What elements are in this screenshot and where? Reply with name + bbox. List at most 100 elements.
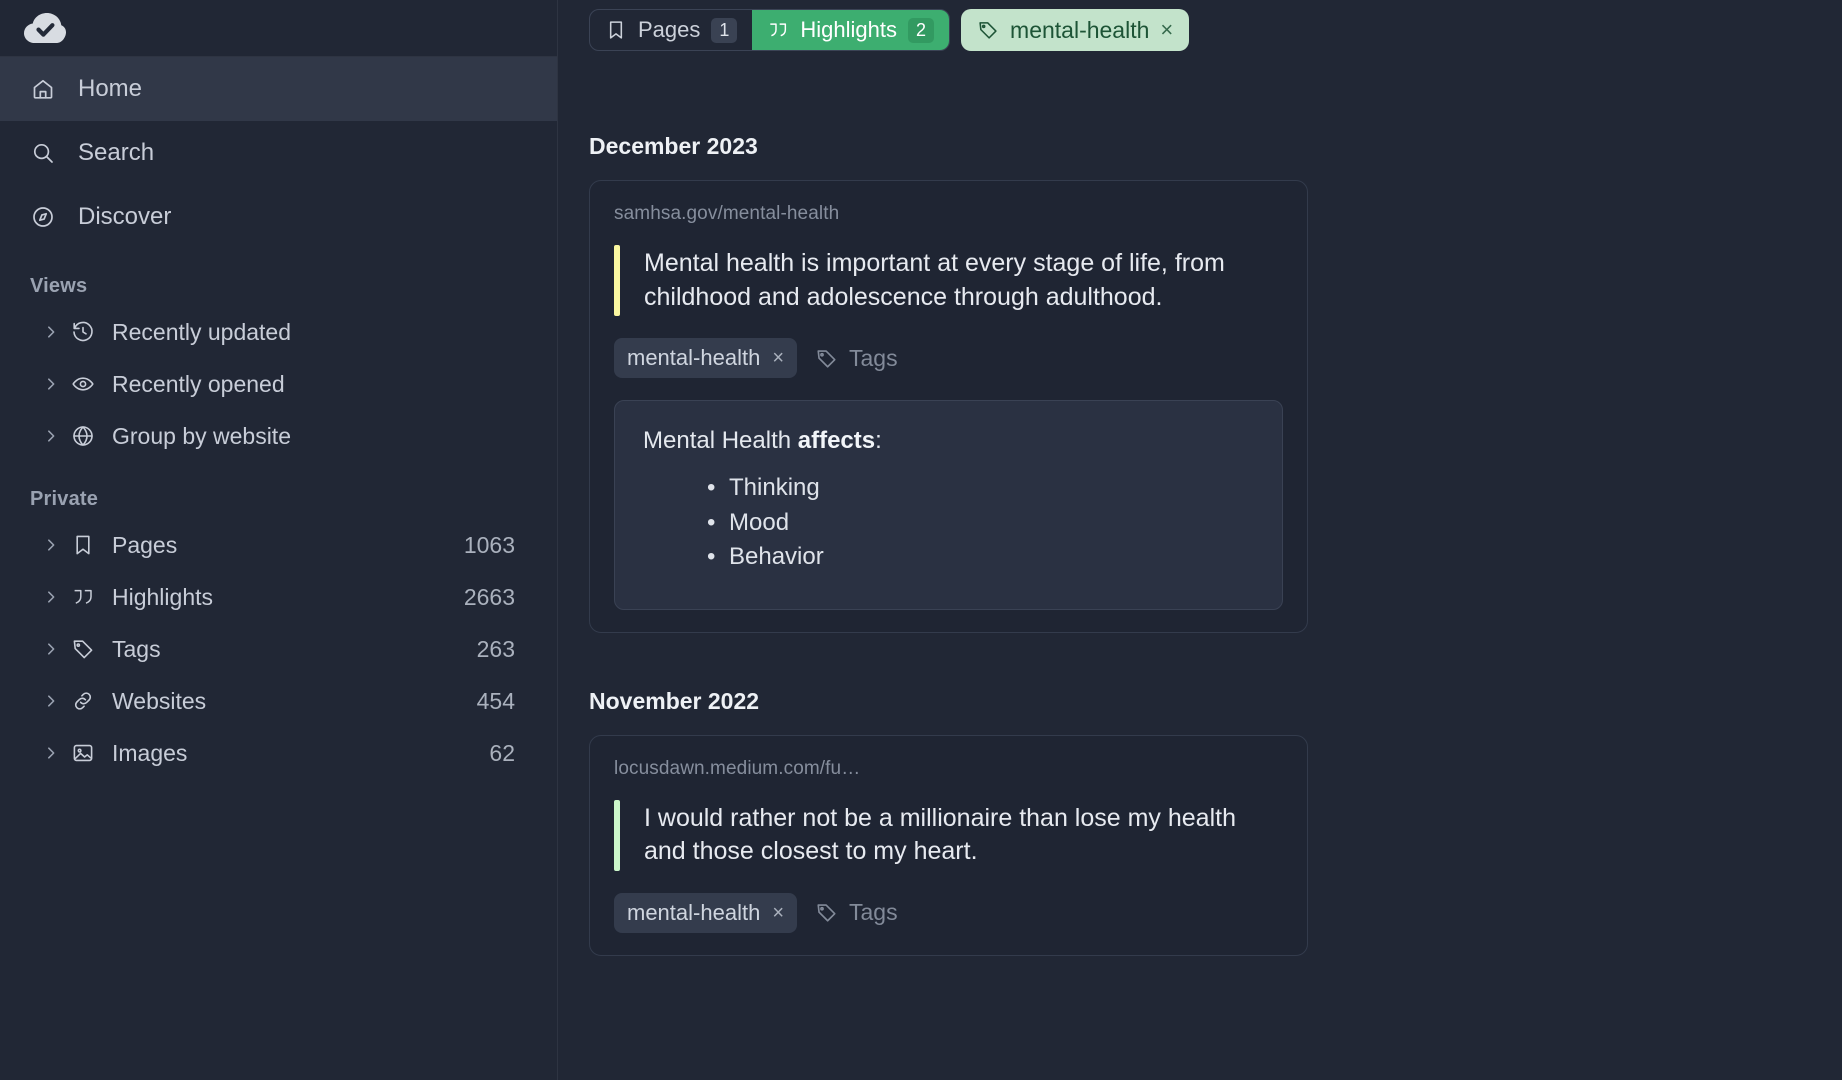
tag-icon	[815, 901, 838, 924]
tag-icon	[977, 19, 999, 41]
tab-label: Highlights	[800, 17, 898, 42]
sidebar-item-pages[interactable]: Pages 1063	[0, 519, 557, 571]
private-section-title: Private	[30, 488, 99, 510]
chevron-right-icon[interactable]	[42, 642, 60, 656]
note-list-item: Mood	[707, 506, 1254, 541]
sidebar-item-search[interactable]: Search	[0, 121, 557, 185]
image-icon	[70, 741, 96, 765]
primary-nav: Home Search Discover	[0, 57, 557, 249]
close-icon[interactable]: ×	[772, 348, 784, 368]
globe-icon	[70, 424, 96, 448]
chevron-right-icon[interactable]	[42, 590, 60, 604]
sidebar-item-label: Images	[112, 739, 188, 766]
highlight-quote: I would rather not be a millionaire than…	[614, 799, 1283, 871]
quote-icon	[70, 585, 96, 609]
sidebar-item-label: Websites	[112, 687, 207, 714]
views-section-title: Views	[30, 275, 88, 297]
note-list-item: Thinking	[707, 471, 1254, 506]
sidebar-item-tags[interactable]: Tags 263	[0, 623, 557, 675]
sidebar-item-home[interactable]: Home	[0, 57, 557, 121]
sidebar-item-label: Home	[78, 75, 143, 102]
chevron-right-icon[interactable]	[42, 377, 60, 391]
sidebar-item-count: 454	[476, 687, 515, 714]
tab-badge: 1	[711, 17, 738, 43]
note-title-bold: affects	[797, 427, 876, 454]
tab-bar: Pages 1 Highlights 2 mental-health ×	[558, 0, 1842, 51]
eye-icon	[70, 372, 96, 396]
add-tag-label: Tags	[849, 344, 898, 371]
tab-badge: 2	[908, 17, 935, 43]
filter-chip-mental-health[interactable]: mental-health ×	[961, 9, 1190, 51]
tag-chip[interactable]: mental-health ×	[614, 338, 797, 378]
month-heading: November 2022	[589, 687, 760, 714]
highlight-quote: Mental health is important at every stag…	[614, 245, 1283, 316]
tab-pages[interactable]: Pages 1	[590, 10, 752, 50]
results-list: December 2023 samhsa.gov/mental-health M…	[558, 51, 1842, 996]
sidebar-item-label: Discover	[78, 203, 172, 230]
tag-icon	[815, 347, 838, 370]
bookmark-icon	[70, 533, 96, 557]
chevron-right-icon[interactable]	[42, 694, 60, 708]
sidebar-item-discover[interactable]: Discover	[0, 185, 557, 249]
sidebar-item-websites[interactable]: Websites 454	[0, 675, 557, 727]
link-icon	[70, 689, 96, 713]
quote-icon	[767, 19, 789, 41]
chevron-right-icon[interactable]	[42, 325, 60, 339]
month-heading: December 2023	[589, 133, 758, 159]
history-icon	[70, 320, 96, 344]
bookmark-icon	[605, 19, 627, 41]
note-title-suffix: :	[875, 427, 882, 454]
note-block[interactable]: Mental Health affects: Thinking Mood Beh…	[614, 400, 1283, 610]
sidebar-item-label: Highlights	[112, 583, 213, 610]
sidebar-item-count: 263	[476, 635, 515, 662]
chevron-right-icon[interactable]	[42, 538, 60, 552]
sidebar-item-label: Search	[78, 139, 155, 166]
add-tag-button[interactable]: Tags	[815, 899, 898, 926]
note-title: Mental Health affects:	[643, 427, 1254, 455]
close-icon[interactable]: ×	[772, 903, 784, 923]
note-list-item: Behavior	[707, 540, 1254, 575]
compass-icon	[30, 204, 56, 230]
sidebar-item-label: Group by website	[112, 422, 291, 449]
sidebar-item-count: 62	[489, 739, 515, 766]
tab-label: Pages	[638, 17, 701, 42]
card-tag-row: mental-health × Tags	[614, 338, 1283, 378]
logo-area	[0, 0, 557, 57]
sidebar-item-highlights[interactable]: Highlights 2663	[0, 571, 557, 623]
sidebar-item-count: 1063	[463, 531, 515, 558]
sidebar-item-group-by-website[interactable]: Group by website	[0, 410, 557, 462]
sidebar-item-recently-opened[interactable]: Recently opened	[0, 358, 557, 410]
add-tag-label: Tags	[849, 899, 898, 926]
cloud-check-icon[interactable]	[22, 10, 68, 46]
app-root: Home Search Discover Views Recently upda…	[0, 0, 1842, 1080]
highlight-card[interactable]: locusdawn.medium.com/fu… I would rather …	[589, 734, 1308, 956]
tag-chip[interactable]: mental-health ×	[614, 892, 797, 933]
highlight-text: I would rather not be a millionaire than…	[644, 803, 1236, 866]
tag-icon	[70, 637, 96, 661]
sidebar-item-images[interactable]: Images 62	[0, 727, 557, 779]
tag-chip-label: mental-health	[627, 345, 761, 370]
sidebar-item-recently-updated[interactable]: Recently updated	[0, 306, 557, 358]
chevron-right-icon[interactable]	[42, 746, 60, 760]
sidebar: Home Search Discover Views Recently upda…	[0, 0, 558, 1080]
result-group: December 2023 samhsa.gov/mental-health M…	[558, 51, 1842, 633]
tab-group: Pages 1 Highlights 2	[589, 9, 951, 51]
card-url[interactable]: locusdawn.medium.com/fu…	[614, 758, 1283, 780]
highlight-card[interactable]: samhsa.gov/mental-health Mental health i…	[589, 180, 1308, 633]
card-url[interactable]: samhsa.gov/mental-health	[614, 203, 1283, 225]
close-icon[interactable]: ×	[1160, 19, 1173, 41]
tab-highlights[interactable]: Highlights 2	[752, 10, 950, 50]
add-tag-button[interactable]: Tags	[815, 345, 898, 372]
card-tag-row: mental-health × Tags	[614, 892, 1283, 933]
tag-chip-label: mental-health	[627, 899, 761, 925]
main-content: Pages 1 Highlights 2 mental-health × Dec…	[558, 0, 1842, 1080]
result-group: November 2022 locusdawn.medium.com/fu… I…	[558, 633, 1842, 956]
highlight-text: Mental health is important at every stag…	[644, 249, 1225, 311]
sidebar-item-label: Pages	[112, 531, 178, 558]
sidebar-item-label: Tags	[112, 635, 161, 662]
search-icon	[30, 140, 56, 166]
note-list: Thinking Mood Behavior	[643, 471, 1254, 575]
note-title-plain: Mental Health	[643, 427, 798, 454]
chevron-right-icon[interactable]	[42, 429, 60, 443]
sidebar-item-count: 2663	[463, 583, 515, 610]
